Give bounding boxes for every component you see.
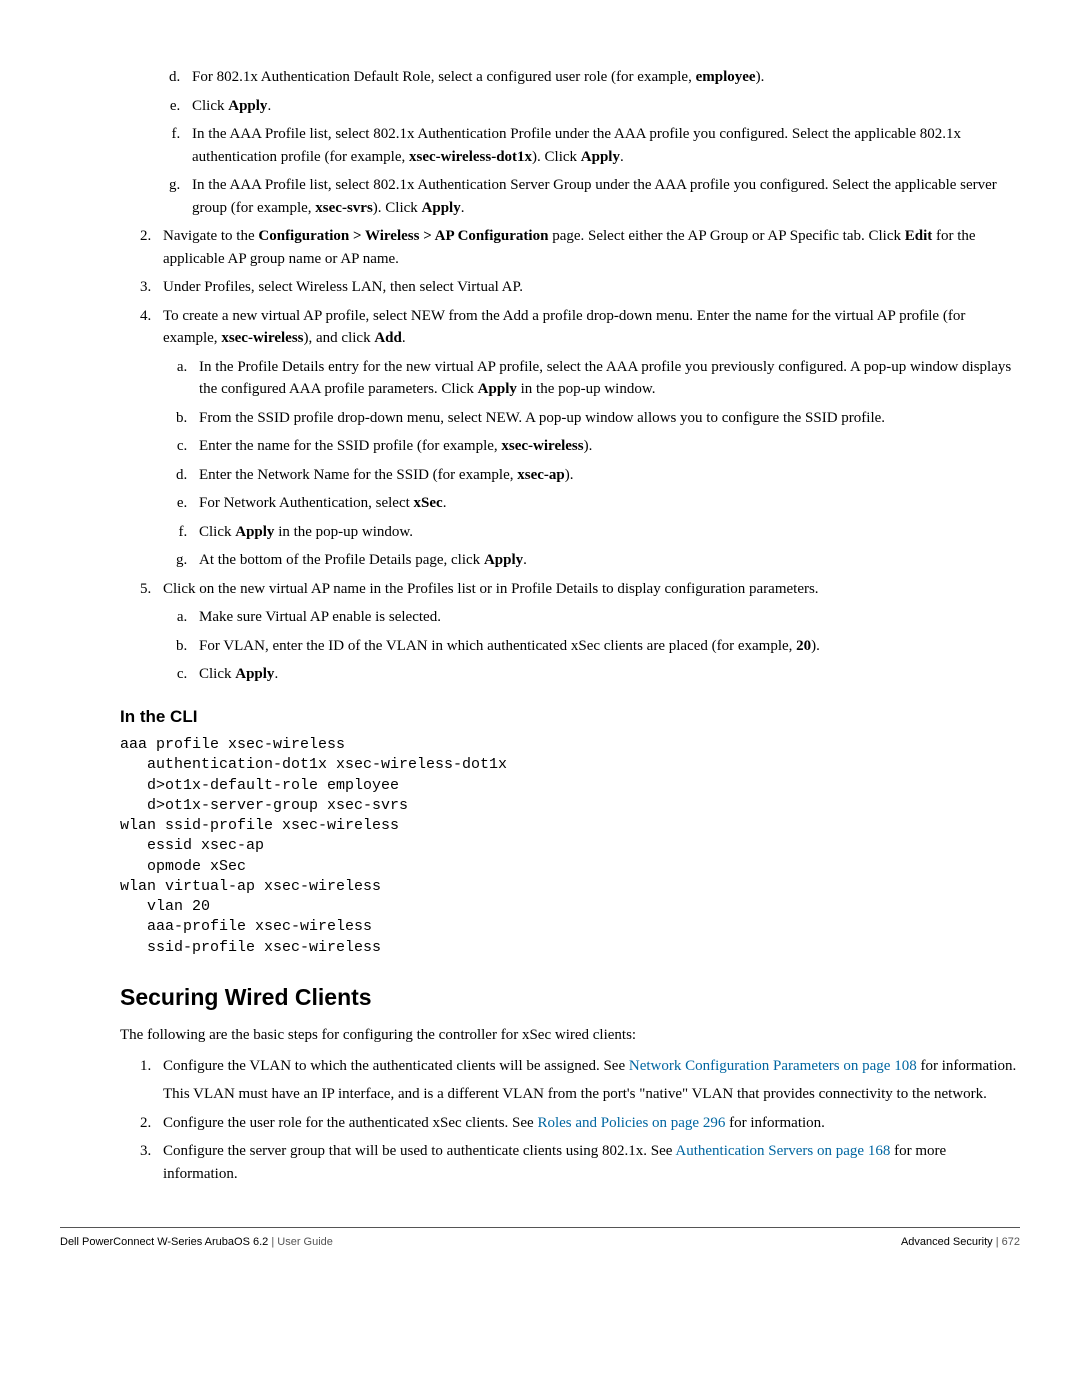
text: Configure the VLAN to which the authenti… (163, 1058, 629, 1074)
text: For 802.1x Authentication Default Role, … (192, 69, 696, 85)
footer-page-number: | 672 (996, 1236, 1020, 1248)
text: ). (565, 467, 574, 483)
text: In the AAA Profile list, select 802.1x A… (192, 177, 997, 216)
bold-text: Apply (235, 524, 274, 540)
step5: Click on the new virtual AP name in the … (155, 578, 1020, 686)
wired-step3: Configure the server group that will be … (155, 1140, 1020, 1185)
page-footer: Dell PowerConnect W-Series ArubaOS 6.2 |… (60, 1227, 1020, 1251)
text: ). Click (373, 200, 422, 216)
footer-section: Advanced Security (901, 1236, 996, 1248)
bold-text: xSec (414, 495, 443, 511)
step4f: Click Apply in the pop-up window. (191, 521, 1020, 544)
text: For Network Authentication, select (199, 495, 414, 511)
text: For VLAN, enter the ID of the VLAN in wh… (199, 638, 796, 654)
wired-steps: Configure the VLAN to which the authenti… (60, 1055, 1020, 1186)
text: . (461, 200, 465, 216)
text: Make sure Virtual AP enable is selected. (199, 609, 441, 625)
section-heading: Securing Wired Clients (120, 980, 1020, 1015)
text: . (274, 666, 278, 682)
text: At the bottom of the Profile Details pag… (199, 552, 484, 568)
step5a: Make sure Virtual AP enable is selected. (191, 606, 1020, 629)
footer-product: Dell PowerConnect W-Series ArubaOS 6.2 (60, 1236, 271, 1248)
link-network-config[interactable]: Network Configuration Parameters on page… (629, 1058, 917, 1074)
step5b: For VLAN, enter the ID of the VLAN in wh… (191, 635, 1020, 658)
text: Under Profiles, select Wireless LAN, the… (163, 279, 523, 295)
bold-text: Edit (905, 228, 933, 244)
footer-left: Dell PowerConnect W-Series ArubaOS 6.2 |… (60, 1234, 333, 1251)
step4c: Enter the name for the SSID profile (for… (191, 435, 1020, 458)
wired-step2: Configure the user role for the authenti… (155, 1112, 1020, 1135)
step4d: Enter the Network Name for the SSID (for… (191, 464, 1020, 487)
text: in the pop-up window. (274, 524, 413, 540)
text: for information. (917, 1058, 1017, 1074)
main-steps: Navigate to the Configuration > Wireless… (60, 225, 1020, 686)
step3: Under Profiles, select Wireless LAN, the… (155, 276, 1020, 299)
step1-g: In the AAA Profile list, select 802.1x A… (184, 174, 1020, 219)
text: Click (192, 98, 228, 114)
text: ). (584, 438, 593, 454)
bold-text: xsec-wireless-dot1x (409, 149, 532, 165)
text: . (267, 98, 271, 114)
bold-text: 20 (796, 638, 811, 654)
step1-f: In the AAA Profile list, select 802.1x A… (184, 123, 1020, 168)
text: Navigate to the (163, 228, 258, 244)
text: page. Select either the AP Group or AP S… (548, 228, 904, 244)
text: Enter the Network Name for the SSID (for… (199, 467, 517, 483)
footer-divider: | User Guide (271, 1236, 333, 1248)
document-page: For 802.1x Authentication Default Role, … (0, 0, 1080, 1290)
step2: Navigate to the Configuration > Wireless… (155, 225, 1020, 270)
bold-text: Apply (484, 552, 523, 568)
step4b: From the SSID profile drop-down menu, se… (191, 407, 1020, 430)
text: Click on the new virtual AP name in the … (163, 581, 819, 597)
cli-heading: In the CLI (120, 704, 1020, 730)
bold-text: employee (696, 69, 756, 85)
bold-text: Apply (581, 149, 620, 165)
bold-text: Configuration > Wireless > AP Configurat… (258, 228, 548, 244)
bold-text: Apply (422, 200, 461, 216)
link-roles-policies[interactable]: Roles and Policies on page 296 (537, 1115, 725, 1131)
text: Configure the user role for the authenti… (163, 1115, 537, 1131)
step4a: In the Profile Details entry for the new… (191, 356, 1020, 401)
bold-text: Apply (478, 381, 517, 397)
bold-text: xsec-wireless (501, 438, 583, 454)
cli-code-block: aaa profile xsec-wireless authentication… (120, 735, 1020, 958)
text: . (620, 149, 624, 165)
step4e: For Network Authentication, select xSec. (191, 492, 1020, 515)
bold-text: xsec-svrs (315, 200, 372, 216)
footer-right: Advanced Security | 672 (901, 1234, 1020, 1251)
step5c: Click Apply. (191, 663, 1020, 686)
bold-text: xsec-wireless (221, 330, 303, 346)
text: for information. (725, 1115, 825, 1131)
step1-e: Click Apply. (184, 95, 1020, 118)
text: . (443, 495, 447, 511)
text: ). (811, 638, 820, 654)
step4: To create a new virtual AP profile, sele… (155, 305, 1020, 572)
text: Click (199, 666, 235, 682)
text: From the SSID profile drop-down menu, se… (199, 410, 885, 426)
bold-text: Apply (235, 666, 274, 682)
text: in the pop-up window. (517, 381, 656, 397)
bold-text: Apply (228, 98, 267, 114)
text: ), and click (304, 330, 375, 346)
text: Click (199, 524, 235, 540)
bold-text: xsec-ap (517, 467, 565, 483)
step4g: At the bottom of the Profile Details pag… (191, 549, 1020, 572)
intro-paragraph: The following are the basic steps for co… (120, 1024, 1020, 1047)
text: . (402, 330, 406, 346)
text: Enter the name for the SSID profile (for… (199, 438, 501, 454)
text: . (523, 552, 527, 568)
text: ). Click (532, 149, 581, 165)
wired-step1-note: This VLAN must have an IP interface, and… (163, 1083, 1020, 1106)
text: ). (756, 69, 765, 85)
wired-step1: Configure the VLAN to which the authenti… (155, 1055, 1020, 1106)
text: Configure the server group that will be … (163, 1143, 675, 1159)
link-auth-servers[interactable]: Authentication Servers on page 168 (675, 1143, 890, 1159)
bold-text: Add (374, 330, 402, 346)
step1-d: For 802.1x Authentication Default Role, … (184, 66, 1020, 89)
